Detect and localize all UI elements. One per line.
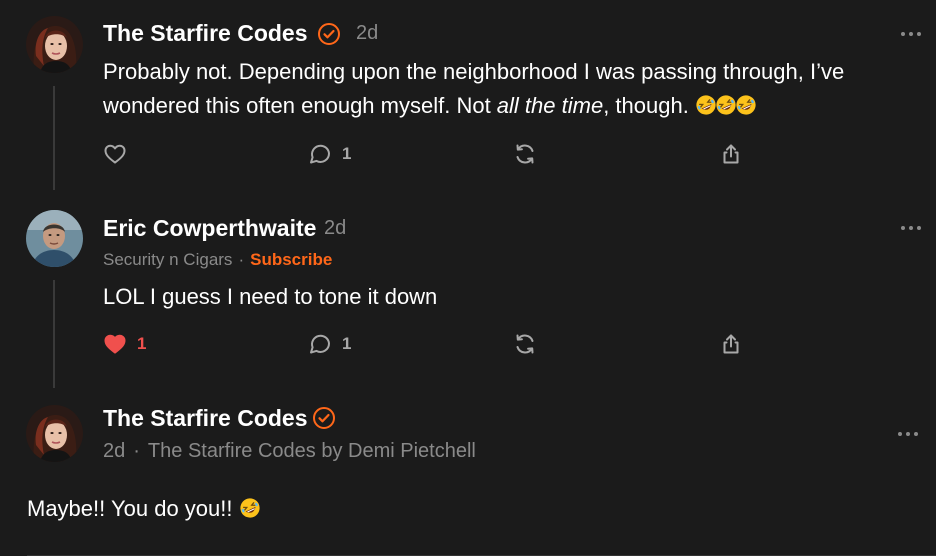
share-button[interactable] xyxy=(719,332,743,356)
subscribe-link[interactable]: Subscribe xyxy=(250,250,332,269)
comment-body-text: wondered this often enough myself. Not xyxy=(103,93,497,118)
comment-time[interactable]: 2d xyxy=(356,22,378,45)
publication-line: Security n Cigars · Subscribe xyxy=(103,250,332,270)
separator-dot: · xyxy=(133,440,140,462)
comment-time[interactable]: 2d xyxy=(103,440,125,462)
comment-icon xyxy=(308,332,332,356)
reply-count: 1 xyxy=(342,334,352,353)
more-options-icon[interactable] xyxy=(899,28,923,40)
comment-body-line: Probably not. Depending upon the neighbo… xyxy=(103,59,845,84)
post-meta: 2d · The Starfire Codes by Demi Pietchell xyxy=(103,440,476,463)
author-name[interactable]: Eric Cowperthwaite xyxy=(103,215,316,242)
rofl-emoji-icon xyxy=(695,94,717,116)
like-count: 1 xyxy=(137,334,147,353)
rofl-emoji-icon xyxy=(715,94,737,116)
verified-badge-icon xyxy=(317,22,341,46)
avatar[interactable] xyxy=(26,16,83,73)
reply-button[interactable]: 1 xyxy=(308,142,351,166)
publication-name[interactable]: The Starfire Codes by Demi Pietchell xyxy=(148,440,476,462)
comment-body: Maybe!! You do you!! xyxy=(27,492,261,526)
comment-icon xyxy=(308,142,332,166)
reply-count: 1 xyxy=(342,144,352,163)
restack-icon xyxy=(513,142,537,166)
author-name[interactable]: The Starfire Codes xyxy=(103,405,308,432)
restack-icon xyxy=(513,332,537,356)
share-icon xyxy=(719,142,743,166)
comment-body-text: Maybe!! You do you!! xyxy=(27,496,233,521)
restack-button[interactable] xyxy=(513,332,537,356)
publication-name[interactable]: Security n Cigars xyxy=(103,250,232,269)
rofl-emoji-icon xyxy=(735,94,757,116)
comment-body: LOL I guess I need to tone it down xyxy=(103,284,438,309)
more-options-icon[interactable] xyxy=(899,222,923,234)
share-icon xyxy=(719,332,743,356)
comment-time[interactable]: 2d xyxy=(324,217,346,240)
comment-body-line: wondered this often enough myself. Not a… xyxy=(103,89,844,123)
like-button[interactable] xyxy=(103,142,137,166)
verified-badge-icon xyxy=(312,406,336,430)
thread-line xyxy=(53,280,55,388)
heart-icon xyxy=(103,142,127,166)
comment-body: Probably not. Depending upon the neighbo… xyxy=(103,55,844,123)
avatar[interactable] xyxy=(26,210,83,267)
thread-line xyxy=(53,86,55,190)
separator-dot: · xyxy=(238,250,245,269)
author-name[interactable]: The Starfire Codes xyxy=(103,20,308,47)
rofl-emoji-icon xyxy=(239,497,261,519)
reply-button[interactable]: 1 xyxy=(308,332,351,356)
heart-filled-icon xyxy=(103,332,127,356)
avatar[interactable] xyxy=(26,405,83,462)
share-button[interactable] xyxy=(719,142,743,166)
restack-button[interactable] xyxy=(513,142,537,166)
comment-body-text: , though. xyxy=(603,93,689,118)
more-options-icon[interactable] xyxy=(896,428,920,440)
like-button[interactable]: 1 xyxy=(103,332,146,356)
comment-body-emphasis: all the time xyxy=(496,93,604,118)
